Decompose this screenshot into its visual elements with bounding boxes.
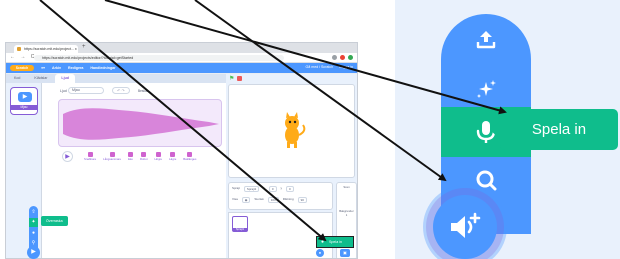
effect-softer[interactable]: Lägre: [169, 151, 176, 162]
browser-tab-title: https://scratch.mit.edu/project... x: [24, 47, 77, 51]
scratch-browser-window: https://scratch.mit.edu/project... x + ←…: [5, 42, 358, 259]
sprite-info-panel: Sprajt Sprajt1 x 0 y 0 Visa ◉ Storlek 10…: [228, 182, 333, 210]
size-label: Storlek: [254, 197, 264, 201]
show-label: Visa: [232, 197, 238, 201]
signin-link[interactable]: Logga in: [339, 65, 353, 69]
stop-icon[interactable]: [237, 76, 242, 81]
sound-tile-name: Mjau: [11, 105, 37, 110]
tooltip-arrow: [490, 121, 500, 139]
effect-faster[interactable]: Snabbare: [84, 151, 96, 162]
scratch-logo[interactable]: Scratch: [10, 65, 34, 71]
effects-row: ▶ Snabbare Långsammare Eko Robot Högre L…: [58, 151, 222, 169]
mini-record-label: Spela in: [329, 240, 342, 244]
sound-editor: Ljud Mjau ↶ ↷ ✚ Beskär ▶ Snabbare Långsam…: [42, 83, 226, 258]
upload-icon: [476, 31, 496, 49]
stage-column: ⚑ Sprajt Sprajt1 x 0 y 0 Visa ◉ Storlek …: [226, 74, 357, 258]
mini-tooltip: Överraska: [41, 216, 68, 226]
play-button[interactable]: ▶: [62, 151, 73, 162]
sprite-thumbnail[interactable]: Sprajt1: [232, 216, 248, 232]
extension-icon[interactable]: [340, 55, 345, 60]
sparkle-icon: [477, 80, 496, 98]
effect-slower[interactable]: Långsammare: [103, 151, 121, 162]
cat-sprite[interactable]: [229, 85, 356, 179]
stage-header: ⚑: [226, 74, 357, 83]
effect-robot[interactable]: Robot: [140, 151, 148, 162]
menu-file[interactable]: Arkiv: [52, 66, 61, 70]
size-input[interactable]: 100: [267, 197, 279, 203]
undo-redo-buttons[interactable]: ↶ ↷: [112, 87, 130, 94]
menu-tutorials[interactable]: Handledningar: [90, 66, 115, 70]
new-tab-icon[interactable]: +: [82, 44, 86, 50]
direction-input[interactable]: 90: [297, 197, 307, 203]
trim-button[interactable]: ✚ Beskär: [138, 85, 148, 93]
speaker-icon: ▶: [18, 92, 32, 102]
effect-echo[interactable]: Eko: [128, 151, 134, 162]
backdrop-count: 1: [345, 213, 348, 217]
mini-add-backdrop-button[interactable]: ▣: [340, 249, 350, 257]
trim-label: Beskär: [138, 89, 148, 93]
mini-record-highlight[interactable]: ● Spela in: [316, 236, 354, 248]
globe-icon[interactable]: ●▾: [41, 66, 45, 70]
effect-reverse[interactable]: Baklänges: [183, 151, 196, 162]
tab-costumes[interactable]: Klädslar: [28, 74, 54, 83]
microphone-icon[interactable]: ●: [29, 229, 38, 238]
add-sound-icon: [451, 212, 481, 238]
effect-louder[interactable]: Högre: [155, 151, 162, 162]
record-tooltip: Spela in: [500, 109, 618, 150]
waveform[interactable]: [58, 99, 222, 147]
sprite-label: Sprajt: [232, 186, 240, 190]
y-input[interactable]: 0: [286, 186, 294, 192]
upload-sound-button[interactable]: [441, 14, 531, 64]
favicon-icon: [17, 47, 21, 51]
mini-add-sound-button[interactable]: ▶: [27, 246, 40, 259]
sprite-thumb-name: Sprajt1: [233, 227, 247, 231]
extension-icon[interactable]: [348, 55, 353, 60]
x-label: x: [263, 186, 265, 190]
sprite-name-input[interactable]: Sprajt1: [243, 186, 260, 192]
editor-tabs: Kod Klädslar Ljud: [6, 74, 226, 83]
waveform-shape: [63, 108, 219, 140]
scratch-menu-bar: Scratch ●▾ Arkiv Redigera Handledningar …: [6, 63, 357, 73]
menu-right: Gå med i Scratch Logga in: [305, 65, 353, 69]
show-toggle[interactable]: ◉: [241, 197, 251, 203]
mini-add-sprite-button[interactable]: ●: [316, 249, 324, 257]
stage[interactable]: [228, 84, 355, 178]
direction-label: Riktning: [282, 197, 294, 201]
menu-edit[interactable]: Redigera: [68, 66, 83, 70]
address-bar: ← → C https://scratch.mit.edu/projects/e…: [6, 53, 357, 63]
extension-icons: [317, 55, 353, 61]
x-input[interactable]: 0: [268, 186, 277, 192]
tab-code[interactable]: Kod: [8, 74, 27, 83]
choose-sound-button[interactable]: [433, 195, 497, 259]
upload-icon[interactable]: ⇧: [29, 208, 38, 217]
nav-buttons[interactable]: ← → C: [10, 54, 36, 60]
sprite-info-row-1: Sprajt Sprajt1 x 0 y 0: [232, 186, 294, 192]
zoom-panel: Spela in: [395, 0, 620, 259]
sound-name-input[interactable]: Mjau: [68, 87, 104, 94]
tab-sounds[interactable]: Ljud: [55, 74, 75, 83]
sprite-info-row-2: Visa ◉ Storlek 100 Riktning 90: [232, 197, 307, 203]
sound-tile[interactable]: ▶ Mjau: [10, 87, 38, 115]
tutorial-figure: https://scratch.mit.edu/project... x + ←…: [0, 0, 620, 259]
y-label: y: [280, 186, 283, 190]
browser-tab[interactable]: https://scratch.mit.edu/project... x: [14, 45, 78, 53]
surprise-icon[interactable]: ✦: [29, 218, 38, 227]
search-icon: [476, 170, 497, 191]
join-link[interactable]: Gå med i Scratch: [305, 65, 333, 69]
green-flag-icon[interactable]: ⚑: [229, 75, 234, 82]
microphone-icon: ●: [320, 239, 325, 245]
url-field[interactable]: https://scratch.mit.edu/projects/editor/…: [34, 55, 284, 61]
extension-icon[interactable]: [332, 55, 337, 60]
backdrop-title: Scen: [343, 185, 350, 189]
scratch-editor: Kod Klädslar Ljud ▶ Mjau Ljud Mjau ↶ ↷ ✚…: [6, 74, 357, 258]
browser-tab-bar: https://scratch.mit.edu/project... x +: [6, 43, 357, 53]
sound-name-label: Ljud: [60, 89, 67, 93]
